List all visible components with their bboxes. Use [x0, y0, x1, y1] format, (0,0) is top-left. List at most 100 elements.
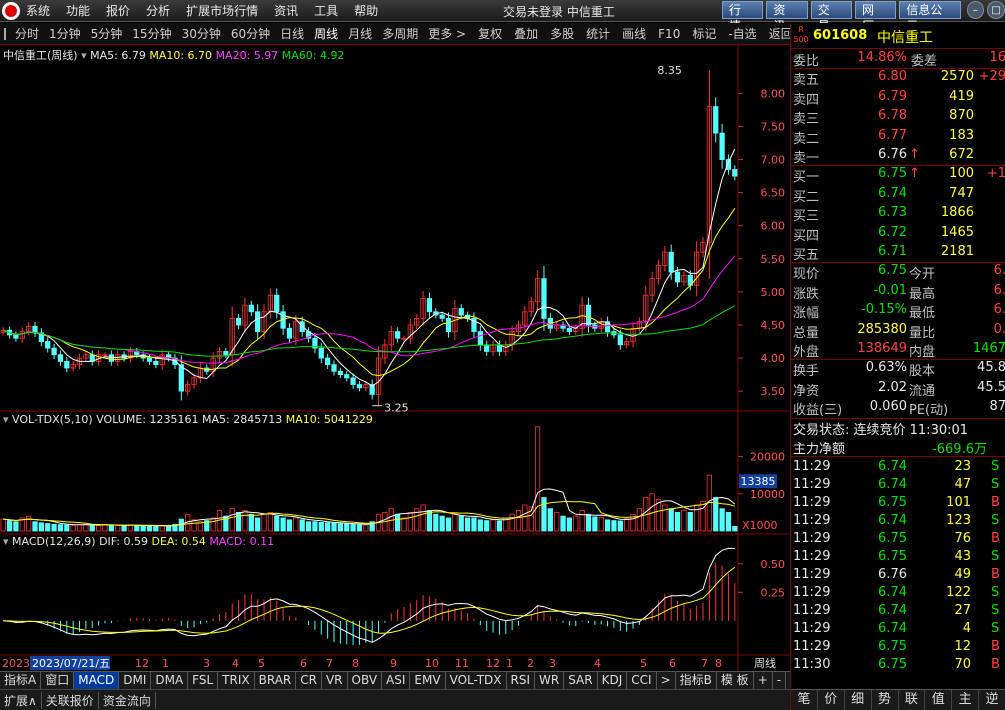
tab-multi-period[interactable]: 多周期 [377, 23, 423, 45]
tab-60min[interactable]: 60分钟 [226, 23, 275, 45]
maximize-icon[interactable]: □ [987, 1, 1005, 19]
tab-monthly[interactable]: 月线 [343, 23, 377, 45]
minimize-icon[interactable]: – [966, 1, 985, 19]
indicator-tab-3[interactable]: DMI [119, 672, 152, 689]
volume-bar [89, 524, 95, 532]
price-tick-label: 4.00 [761, 352, 786, 365]
quote-header: R 500 601608 中信重工 [791, 23, 1005, 49]
indicator-tab-2[interactable]: MACD [74, 672, 120, 689]
news-button[interactable]: 资 讯 [766, 1, 808, 33]
indicator-tab-6[interactable]: TRIX [218, 672, 255, 689]
indicator-tab-15[interactable]: WR [535, 672, 565, 689]
trade-button[interactable]: 交 易 [810, 1, 853, 33]
tick-price: 6.75 [878, 531, 907, 547]
indicator-tab-10[interactable]: OBV [348, 672, 383, 689]
tab-30min[interactable]: 30分钟 [177, 23, 226, 45]
indicator-tab-21[interactable]: 模 板 [717, 672, 754, 689]
volume-bar [312, 521, 318, 532]
overlay-button[interactable]: 叠加 [509, 23, 543, 45]
indicator-tab-9[interactable]: VR [322, 672, 348, 689]
indicator-tab-11[interactable]: ASI [382, 672, 411, 689]
indicator-tab-8[interactable]: CR [296, 672, 322, 689]
indicator-tab-22[interactable]: + [754, 672, 773, 689]
price-tick-label: 7.50 [761, 120, 786, 133]
indicator-tab-23[interactable]: - [773, 672, 787, 689]
volume-menu-icon[interactable]: ▾ [3, 413, 9, 426]
menu-news[interactable]: 资讯 [274, 2, 298, 19]
tab-more[interactable]: 更多 > [423, 23, 471, 45]
expand-button[interactable]: 扩展∧ [0, 691, 42, 709]
indicator-tab-5[interactable]: FSL [188, 672, 219, 689]
tab-daily[interactable]: 日线 [275, 23, 309, 45]
indicator-tab-13[interactable]: VOL-TDX [446, 672, 507, 689]
mark-button[interactable]: 标记 [687, 23, 721, 45]
menu-quote[interactable]: 报价 [106, 2, 130, 19]
fundamental-label: 股本 [909, 364, 936, 380]
remove-watchlist-button[interactable]: -自选 [723, 23, 761, 45]
tab-1min[interactable]: 1分钟 [44, 23, 86, 45]
indicator-tab-17[interactable]: KDJ [598, 672, 628, 689]
menu-extended-market[interactable]: 扩展市场行情 [186, 2, 258, 19]
macd-info: ▾ MACD(12,26,9) DIF: 0.59 DEA: 0.54 MACD… [3, 535, 274, 548]
candle-body [286, 327, 293, 339]
indicator-tab-12[interactable]: EMV [410, 672, 446, 689]
menu-tools[interactable]: 工具 [314, 2, 338, 19]
kline-chart-area[interactable]: 3.50 4.00 4.50 5.00 5.50 6.00 6.50 7.00 7.50 8.00… [0, 45, 790, 671]
related-quotes-button[interactable]: 关联报价 [42, 691, 99, 709]
tick-side: S [991, 459, 1000, 475]
volume-bar [534, 426, 541, 532]
tab-15min[interactable]: 15分钟 [127, 23, 176, 45]
indicator-tab-4[interactable]: DMA [151, 672, 189, 689]
x-axis-label: 2023 [2, 657, 30, 670]
indicator-tab-16[interactable]: SAR [564, 672, 598, 689]
volume-ma5: MA5: 2845713 [201, 413, 283, 426]
tab-5min[interactable]: 5分钟 [86, 23, 128, 45]
tick-price: 6.75 [878, 495, 907, 511]
indicator-tab-20[interactable]: 指标B [676, 672, 717, 689]
volume-bar [305, 521, 312, 532]
tick-price: 6.74 [878, 585, 907, 601]
main-chart-info: 中信重工(周线) ▾ MA5: 6.79 MA10: 6.70 MA20: 5.… [3, 47, 345, 63]
indicator-tab-18[interactable]: CCI [627, 672, 657, 689]
indicator-tab-0[interactable]: 指标A [0, 672, 42, 689]
f10-button[interactable]: F10 [653, 23, 685, 45]
menu-system[interactable]: 系统 [26, 2, 50, 19]
tick-tab-1[interactable]: 价 [818, 690, 845, 710]
stat-value: 6.75 [878, 263, 907, 279]
tick-tab-2[interactable]: 细 [845, 690, 872, 710]
volume-bar [64, 524, 70, 532]
tick-side: S [991, 621, 1000, 637]
tick-tab-3[interactable]: 势 [872, 690, 899, 710]
indicator-tab-1[interactable]: 窗口 [41, 672, 75, 689]
tick-tab-7[interactable]: 逆 [979, 690, 1005, 710]
bid-price: 6.74 [878, 185, 907, 201]
tab-intraday[interactable]: 分时 [10, 23, 44, 45]
multi-stock-button[interactable]: 多股 [545, 23, 579, 45]
draw-line-button[interactable]: 画线 [617, 23, 651, 45]
adjust-button[interactable]: 复权 [473, 23, 507, 45]
tab-weekly[interactable]: 周线 [309, 23, 343, 45]
tick-time: 11:29 [793, 567, 831, 583]
stat-value: 6. [993, 263, 1005, 279]
statistics-button[interactable]: 统计 [581, 23, 615, 45]
volume-bar [592, 516, 598, 532]
main-chart-menu-icon[interactable]: ▾ [81, 49, 87, 62]
indicator-tab-14[interactable]: RSI [507, 672, 536, 689]
quote-button[interactable]: 行 情 [722, 1, 764, 33]
web-hall-button[interactable]: 网 厅 [855, 1, 897, 33]
tick-tab-6[interactable]: 主 [952, 690, 980, 710]
ask-row: 卖一 6.76 672 ↑ [791, 146, 1005, 166]
menu-help[interactable]: 帮助 [354, 2, 378, 19]
indicator-tab-7[interactable]: BRAR [255, 672, 297, 689]
info-disclosure-button[interactable]: 信息公示 [899, 1, 961, 33]
indicator-tab-19[interactable]: > [657, 672, 676, 689]
capital-flow-button[interactable]: 资金流向 [99, 691, 156, 709]
panel-toggle-icon[interactable] [4, 27, 6, 40]
macd-menu-icon[interactable]: ▾ [3, 535, 9, 548]
tick-tab-4[interactable]: 联 [899, 690, 926, 710]
tick-tab-0[interactable]: 笔 [791, 690, 818, 710]
tick-tab-5[interactable]: 值 [925, 690, 953, 710]
menu-analysis[interactable]: 分析 [146, 2, 170, 19]
menu-function[interactable]: 功能 [66, 2, 90, 19]
candle-body [57, 354, 64, 362]
